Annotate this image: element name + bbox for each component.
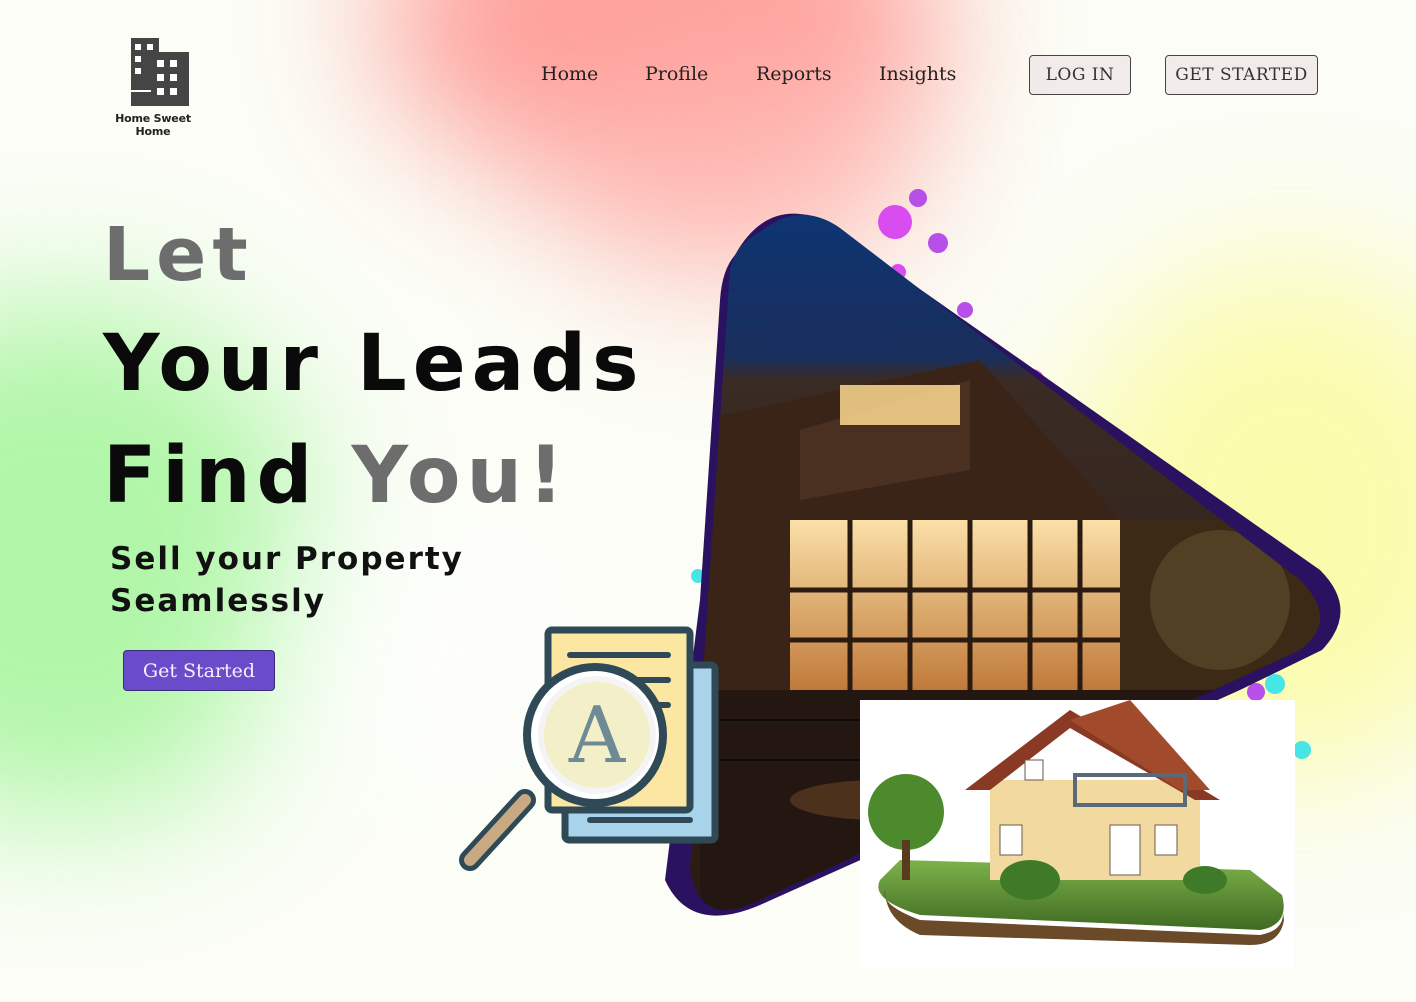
nav-profile[interactable]: Profile xyxy=(645,63,708,85)
illustration-letter: A xyxy=(568,691,627,781)
headline-find: Find xyxy=(103,431,319,521)
document-search-icon: A xyxy=(459,626,719,871)
login-button[interactable]: LOG IN xyxy=(1029,55,1131,95)
house-cutout xyxy=(860,700,1295,968)
brand-name: Home Sweet Home xyxy=(115,112,191,138)
headline-line-1: Let xyxy=(103,212,254,298)
nav-home[interactable]: Home xyxy=(541,63,598,85)
get-started-button[interactable]: Get Started xyxy=(123,650,275,691)
hero-subtitle: Sell your Property Seamlessly xyxy=(110,538,464,622)
brand-logo[interactable]: Home Sweet Home xyxy=(98,34,208,138)
nav-insights[interactable]: Insights xyxy=(879,63,956,85)
building-icon xyxy=(131,38,189,106)
hero-subtitle-line-2: Seamlessly xyxy=(110,583,326,619)
nav-reports[interactable]: Reports xyxy=(756,63,832,85)
hero-subtitle-line-1: Sell your Property xyxy=(110,541,464,577)
hero-illustration: A xyxy=(459,189,1341,968)
get-started-header-button[interactable]: GET STARTED xyxy=(1165,55,1318,95)
